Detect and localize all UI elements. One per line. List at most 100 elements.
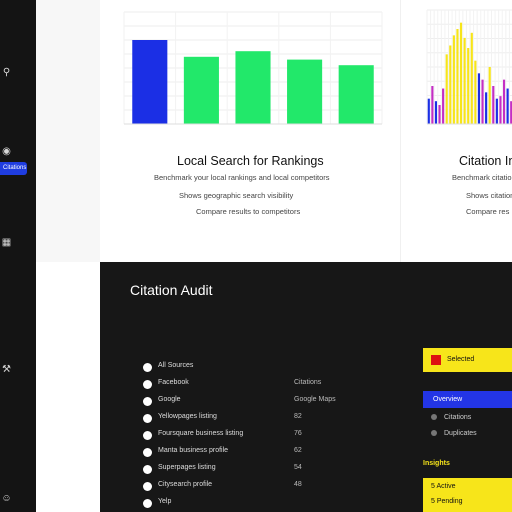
card-line: Shows geographic search visibility xyxy=(179,191,294,200)
sidebar: ⚲ ◉ Citations ▦ ⚒ ☺ xyxy=(0,0,36,512)
bar[interactable] xyxy=(438,105,441,124)
row-value: Google Maps xyxy=(294,396,336,403)
bar[interactable] xyxy=(338,65,374,124)
card-line: Compare res xyxy=(466,207,510,216)
bar[interactable] xyxy=(470,32,473,124)
status-dot-icon xyxy=(143,448,152,457)
pill-label: Overview xyxy=(433,396,463,403)
bar[interactable] xyxy=(467,48,470,124)
bar[interactable] xyxy=(495,98,498,124)
bar[interactable] xyxy=(502,79,506,124)
bar[interactable] xyxy=(474,60,477,124)
row-name: Foursquare business listing xyxy=(158,430,244,437)
bar[interactable] xyxy=(287,59,323,124)
table-row[interactable]: Superpages listing 54 xyxy=(143,464,363,478)
row-value: Citations xyxy=(294,379,322,386)
calendar-icon[interactable]: ▦ xyxy=(0,236,13,249)
table-row[interactable]: All Sources xyxy=(143,362,363,376)
row-name: Yellowpages listing xyxy=(158,413,217,420)
card-local-search[interactable]: Local Search for Rankings Benchmark your… xyxy=(100,0,400,262)
radio-icon xyxy=(431,430,437,437)
option-duplicates[interactable]: Duplicates xyxy=(431,430,477,437)
bar[interactable] xyxy=(506,88,509,124)
status-dot-icon xyxy=(143,414,152,423)
content-gutter xyxy=(36,0,100,262)
bar[interactable] xyxy=(492,86,495,124)
status-dot-icon xyxy=(143,380,152,389)
bar[interactable] xyxy=(183,56,219,124)
bar[interactable] xyxy=(488,67,491,124)
bar[interactable] xyxy=(442,88,445,124)
selected-pill[interactable]: Selected xyxy=(423,348,512,372)
option-label: Citations xyxy=(444,414,472,421)
bar[interactable] xyxy=(427,98,430,124)
search-icon[interactable]: ⚲ xyxy=(0,66,13,79)
status-dot-icon xyxy=(143,397,152,406)
globe-icon[interactable]: ◉ xyxy=(0,145,13,158)
table-row[interactable]: Yellowpages listing 82 xyxy=(143,413,363,427)
row-name: All Sources xyxy=(158,362,194,369)
row-value: 48 xyxy=(294,481,302,488)
row-name: Manta business profile xyxy=(158,447,229,454)
card-line: Benchmark your local rankings and local … xyxy=(154,173,330,182)
card-citation[interactable]: Citation In Benchmark citation Shows cit… xyxy=(400,0,512,262)
table-row[interactable]: Manta business profile 62 xyxy=(143,447,363,461)
user-icon[interactable]: ☺ xyxy=(0,492,13,505)
row-value: 82 xyxy=(294,413,302,420)
tool-icon[interactable]: ⚒ xyxy=(0,363,13,376)
bar[interactable] xyxy=(132,40,168,124)
bar[interactable] xyxy=(477,73,481,124)
sidebar-active-item[interactable]: Citations xyxy=(0,162,27,175)
bar[interactable] xyxy=(431,86,434,124)
status-dot-icon xyxy=(143,499,152,508)
bar[interactable] xyxy=(235,51,271,125)
citation-audit-section: Citation Audit All Sources Facebook Citati… xyxy=(100,262,512,512)
pill-label: Selected xyxy=(447,356,475,363)
row-name: Citysearch profile xyxy=(158,481,213,488)
status-dot-icon xyxy=(143,431,152,440)
bar-chart-citations xyxy=(426,9,512,125)
row-value: 76 xyxy=(294,430,302,437)
status-dot-icon xyxy=(143,363,152,372)
card-line: Compare results to competitors xyxy=(196,207,301,216)
status-dot-icon xyxy=(143,465,152,474)
radio-icon xyxy=(431,414,437,421)
bar[interactable] xyxy=(499,96,502,124)
status-line: 5 Pending xyxy=(431,498,463,505)
row-value: 54 xyxy=(294,464,302,471)
bar[interactable] xyxy=(481,79,484,124)
overview-tab[interactable]: Overview xyxy=(423,391,512,408)
row-name: Facebook xyxy=(158,379,189,386)
bar[interactable] xyxy=(463,37,466,124)
insights-label: Insights xyxy=(423,460,450,467)
bar[interactable] xyxy=(485,92,488,124)
table-row[interactable]: Google Google Maps xyxy=(143,396,363,410)
option-citations[interactable]: Citations xyxy=(431,414,471,421)
table-row[interactable]: Citysearch profile 48 xyxy=(143,481,363,495)
status-card[interactable]: 5 Active 5 Pending xyxy=(423,478,512,512)
table-row[interactable]: Foursquare business listing 76 xyxy=(143,430,363,444)
table-row[interactable]: Facebook Citations xyxy=(143,379,363,393)
card-title: Citation In xyxy=(459,154,512,168)
audit-panel: Selected Overview Citations Duplicates I… xyxy=(423,262,512,512)
status-line: 5 Active xyxy=(431,483,456,490)
bar-chart-local-rankings xyxy=(123,11,383,125)
option-label: Duplicates xyxy=(444,430,477,437)
bar[interactable] xyxy=(449,45,452,124)
row-name: Yelp xyxy=(158,498,172,505)
card-title: Local Search for Rankings xyxy=(177,154,324,168)
bar[interactable] xyxy=(445,54,448,125)
bar[interactable] xyxy=(456,29,459,124)
section-title: Citation Audit xyxy=(130,282,213,298)
bar[interactable] xyxy=(434,101,438,124)
row-value: 62 xyxy=(294,447,302,454)
table-row[interactable]: Yelp xyxy=(143,498,363,512)
card-line: Benchmark citation xyxy=(452,173,512,182)
bar[interactable] xyxy=(459,22,463,125)
row-name: Superpages listing xyxy=(158,464,216,471)
bar[interactable] xyxy=(452,35,455,125)
flag-icon xyxy=(431,355,441,365)
card-line: Shows citation xyxy=(466,191,512,200)
row-name: Google xyxy=(158,396,181,403)
status-dot-icon xyxy=(143,482,152,491)
